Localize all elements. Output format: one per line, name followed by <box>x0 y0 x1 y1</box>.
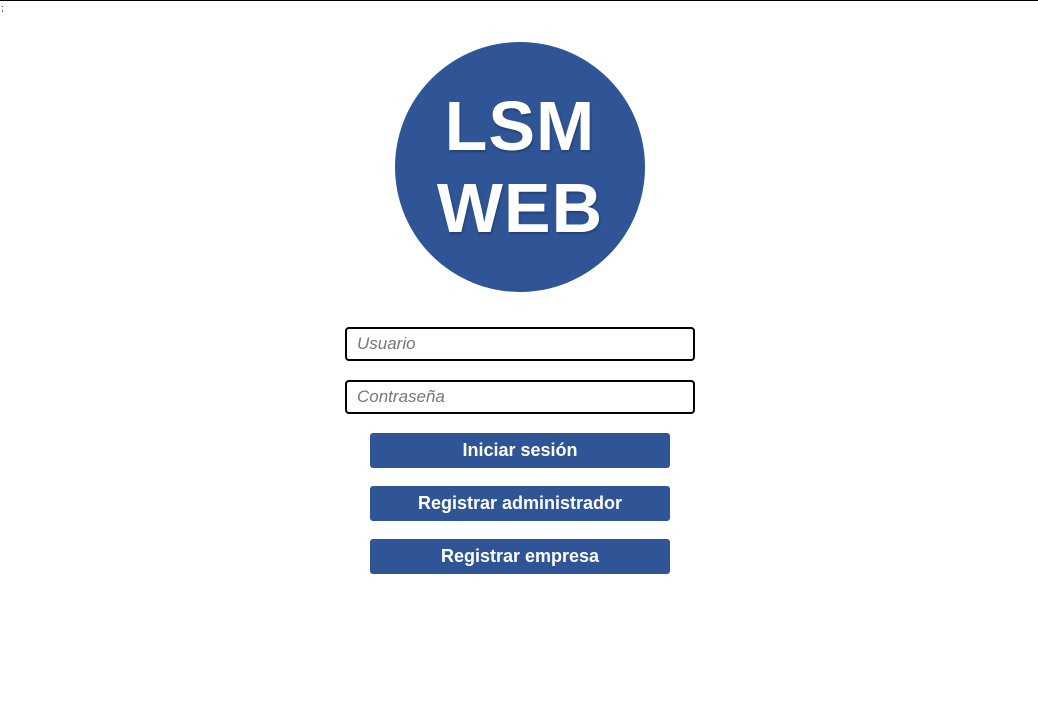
logo-text-line1: LSM <box>444 87 596 165</box>
register-admin-button[interactable]: Registrar administrador <box>370 486 670 521</box>
stray-glyph: ; <box>1 3 4 13</box>
login-button[interactable]: Iniciar sesión <box>370 433 670 468</box>
login-page: ; LSM WEB Iniciar sesión Registrar admin… <box>0 0 1038 701</box>
logo-text-line2: WEB <box>436 169 604 247</box>
password-input[interactable] <box>345 380 695 414</box>
top-divider <box>0 0 1038 1</box>
username-input[interactable] <box>345 327 695 361</box>
register-company-button[interactable]: Registrar empresa <box>370 539 670 574</box>
app-logo: LSM WEB <box>395 42 645 292</box>
